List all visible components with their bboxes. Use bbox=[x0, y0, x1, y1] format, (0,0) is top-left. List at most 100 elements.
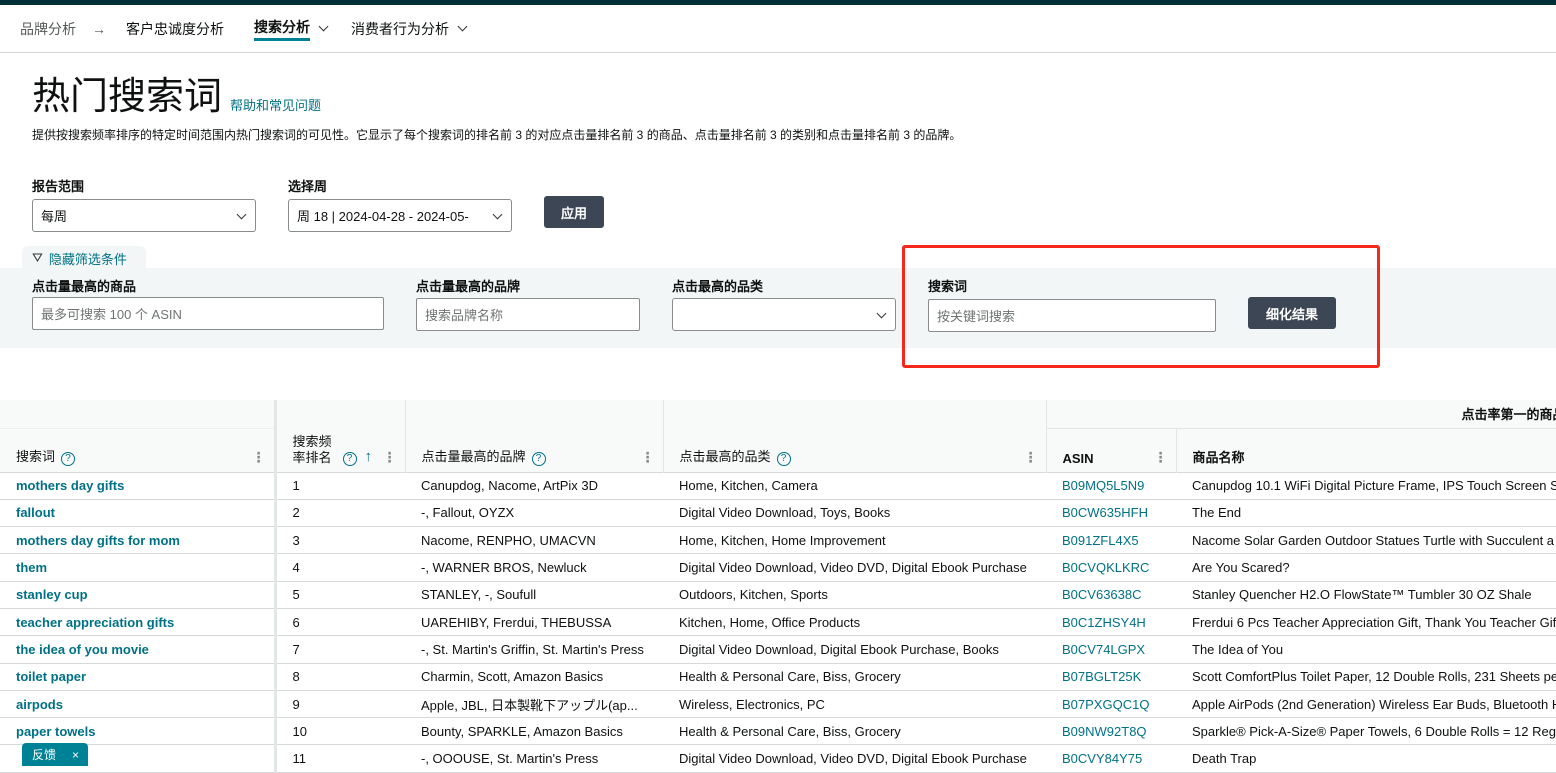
table-row: toilet paper8Charmin, Scott, Amazon Basi… bbox=[0, 663, 1556, 690]
page-description: 提供按搜索频率排序的特定时间范围内热门搜索词的可见性。它显示了每个搜索词的排名前… bbox=[32, 126, 961, 143]
asin-link[interactable]: B0CVQKLKRC bbox=[1046, 554, 1176, 581]
search-term-link[interactable]: stanley cup bbox=[0, 581, 275, 608]
rank-cell: 8 bbox=[275, 663, 405, 690]
categories-cell: Digital Video Download, Video DVD, Digit… bbox=[663, 554, 1046, 581]
chevron-down-icon[interactable] bbox=[319, 22, 329, 32]
table-row: airpods9Apple, JBL, 日本製靴下アップル(ap...Wirel… bbox=[0, 690, 1556, 717]
brands-cell: -, WARNER BROS, Newluck bbox=[405, 554, 663, 581]
asin-link[interactable]: B09MQ5L5N9 bbox=[1046, 472, 1176, 499]
help-icon[interactable]: ? bbox=[61, 452, 75, 466]
asin-input[interactable]: 最多可搜索 100 个 ASIN bbox=[32, 297, 384, 330]
rank-cell: 9 bbox=[275, 690, 405, 717]
column-menu-icon[interactable]: ⋮ bbox=[1154, 450, 1168, 464]
brands-cell: Bounty, SPARKLE, Amazon Basics bbox=[405, 718, 663, 745]
asin-link[interactable]: B0CVY84Y75 bbox=[1046, 745, 1176, 772]
brand-input[interactable]: 搜索品牌名称 bbox=[416, 298, 640, 331]
brands-cell: Nacome, RENPHO, UMACVN bbox=[405, 527, 663, 554]
apply-button[interactable]: 应用 bbox=[544, 196, 604, 228]
asin-link[interactable]: B091ZFL4X5 bbox=[1046, 527, 1176, 554]
column-menu-icon[interactable]: ⋮ bbox=[1024, 450, 1038, 464]
search-term-link[interactable]: teacher appreciation gifts bbox=[0, 608, 275, 635]
page-title: 热门搜索词 bbox=[32, 76, 222, 118]
search-term-link[interactable]: mothers day gifts bbox=[0, 472, 275, 499]
asin-link[interactable]: B09NW92T8Q bbox=[1046, 718, 1176, 745]
product-name-cell: Nacome Solar Garden Outdoor Statues Turt… bbox=[1176, 527, 1556, 554]
chevron-down-icon bbox=[237, 210, 247, 220]
help-icon[interactable]: ? bbox=[343, 452, 357, 466]
feedback-button[interactable]: 反馈 × bbox=[22, 743, 88, 766]
product-name-cell: Canupdog 10.1 WiFi Digital Picture Frame… bbox=[1176, 472, 1556, 499]
column-menu-icon[interactable]: ⋮ bbox=[641, 450, 655, 464]
asin-filter-label: 点击量最高的商品 bbox=[32, 276, 136, 295]
nav-consumer-behavior[interactable]: 消费者行为分析 bbox=[351, 19, 449, 39]
product-name-cell: The Idea of You bbox=[1176, 636, 1556, 663]
column-menu-icon[interactable]: ⋮ bbox=[252, 450, 266, 464]
table-row: paper towels10Bounty, SPARKLE, Amazon Ba… bbox=[0, 718, 1556, 745]
table-row: mothers day gifts1Canupdog, Nacome, ArtP… bbox=[0, 472, 1556, 499]
rank-cell: 2 bbox=[275, 499, 405, 526]
asin-link[interactable]: B0CV74LGPX bbox=[1046, 636, 1176, 663]
header-label: 商品名称 bbox=[1193, 450, 1245, 465]
categories-cell: Health & Personal Care, Biss, Grocery bbox=[663, 663, 1046, 690]
chevron-down-icon bbox=[493, 210, 503, 220]
sort-ascending-icon[interactable]: ↑ bbox=[365, 448, 373, 465]
brand-filter-label: 点击量最高的品牌 bbox=[416, 276, 520, 295]
col-search-term[interactable]: 搜索词? ⋮ bbox=[0, 428, 275, 472]
asin-link[interactable]: B07PXGQC1Q bbox=[1046, 690, 1176, 717]
asin-link[interactable]: B07BGLT25K bbox=[1046, 663, 1176, 690]
table-row: 11-, OOOUSE, St. Martin's PressDigital V… bbox=[0, 745, 1556, 772]
col-top-categories[interactable]: 点击最高的品类?⋮ bbox=[663, 428, 1046, 472]
search-term-link[interactable]: airpods bbox=[0, 690, 275, 717]
categories-cell: Digital Video Download, Video DVD, Digit… bbox=[663, 745, 1046, 772]
group-header: 点击率第一的商品 bbox=[1462, 407, 1556, 422]
rank-cell: 1 bbox=[275, 472, 405, 499]
nav-search-analytics[interactable]: 搜索分析 bbox=[254, 17, 310, 41]
asin-link[interactable]: B0CV63638C bbox=[1046, 581, 1176, 608]
header-label: 搜索频率排名 bbox=[293, 434, 337, 466]
asin-link[interactable]: B0CW635HFH bbox=[1046, 499, 1176, 526]
search-term-link[interactable]: fallout bbox=[0, 499, 275, 526]
product-name-cell: Are You Scared? bbox=[1176, 554, 1556, 581]
col-rank[interactable]: 搜索频率排名? ↑ ⋮ bbox=[275, 428, 405, 472]
help-icon[interactable]: ? bbox=[777, 452, 791, 466]
search-term-link[interactable]: the idea of you movie bbox=[0, 636, 275, 663]
categories-cell: Outdoors, Kitchen, Sports bbox=[663, 581, 1046, 608]
asin-link[interactable]: B0C1ZHSY4H bbox=[1046, 608, 1176, 635]
breadcrumb-nav: 品牌分析 → 客户忠诚度分析 搜索分析 消费者行为分析 bbox=[0, 5, 1556, 53]
search-term-link[interactable]: paper towels bbox=[0, 718, 275, 745]
categories-cell: Kitchen, Home, Office Products bbox=[663, 608, 1046, 635]
rank-cell: 11 bbox=[275, 745, 405, 772]
hide-filters-label: 隐藏筛选条件 bbox=[49, 249, 127, 268]
col-top-brands[interactable]: 点击量最高的品牌?⋮ bbox=[405, 428, 663, 472]
search-term-link[interactable]: mothers day gifts for mom bbox=[0, 527, 275, 554]
rank-cell: 3 bbox=[275, 527, 405, 554]
categories-cell: Home, Kitchen, Home Improvement bbox=[663, 527, 1046, 554]
close-icon[interactable]: × bbox=[72, 748, 79, 762]
product-name-cell: Frerdui 6 Pcs Teacher Appreciation Gift,… bbox=[1176, 608, 1556, 635]
help-link[interactable]: 帮助和常见问题 bbox=[230, 95, 321, 114]
week-select[interactable]: 周 18 | 2024-04-28 - 2024-05- bbox=[288, 199, 512, 232]
categories-cell: Health & Personal Care, Biss, Grocery bbox=[663, 718, 1046, 745]
column-menu-icon[interactable]: ⋮ bbox=[383, 450, 397, 464]
header-label: 搜索词 bbox=[16, 449, 55, 464]
col-product-name[interactable]: 商品名称 bbox=[1176, 428, 1556, 472]
search-term-link[interactable]: toilet paper bbox=[0, 663, 275, 690]
category-select[interactable] bbox=[672, 298, 896, 331]
nav-brand-analytics[interactable]: 品牌分析 bbox=[20, 19, 76, 39]
hide-filters-toggle[interactable]: ⛛隐藏筛选条件 bbox=[22, 246, 146, 270]
help-icon[interactable]: ? bbox=[532, 452, 546, 466]
chevron-down-icon[interactable] bbox=[458, 22, 468, 32]
feedback-label: 反馈 bbox=[32, 746, 56, 763]
product-name-cell: The End bbox=[1176, 499, 1556, 526]
report-range-select[interactable]: 每周 bbox=[32, 199, 256, 232]
table-row: teacher appreciation gifts6UAREHIBY, Fre… bbox=[0, 608, 1556, 635]
nav-customer-loyalty[interactable]: 客户忠诚度分析 bbox=[126, 19, 224, 39]
categories-cell: Digital Video Download, Digital Ebook Pu… bbox=[663, 636, 1046, 663]
search-term-link[interactable]: them bbox=[0, 554, 275, 581]
table-row: them4-, WARNER BROS, NewluckDigital Vide… bbox=[0, 554, 1556, 581]
rank-cell: 4 bbox=[275, 554, 405, 581]
week-value: 周 18 | 2024-04-28 - 2024-05- bbox=[297, 206, 469, 225]
col-asin[interactable]: ASIN⋮ bbox=[1046, 428, 1176, 472]
product-name-cell: Sparkle® Pick-A-Size® Paper Towels, 6 Do… bbox=[1176, 718, 1556, 745]
brands-cell: -, Fallout, OYZX bbox=[405, 499, 663, 526]
